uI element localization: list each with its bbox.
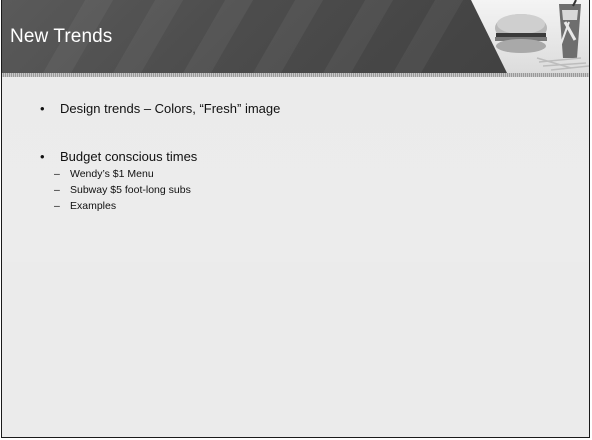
- sub-text: Examples: [70, 200, 117, 212]
- sub-item: – Examples: [54, 200, 117, 213]
- slide-content: • Design trends – Colors, “Fresh” image …: [2, 0, 589, 437]
- bullet-dot: •: [40, 101, 45, 116]
- bullet-item: • Budget conscious times: [40, 149, 198, 165]
- bullet-dot: •: [40, 149, 45, 164]
- sub-dash: –: [54, 184, 60, 196]
- slide: New Trends • Design trends – Colors, “Fr…: [1, 0, 590, 438]
- sub-dash: –: [54, 200, 60, 212]
- bullet-text: Design trends – Colors, “Fresh” image: [60, 101, 281, 116]
- sub-item: – Wendy’s $1 Menu: [54, 168, 154, 181]
- sub-item: – Subway $5 foot-long subs: [54, 184, 191, 197]
- bullet-item: • Design trends – Colors, “Fresh” image: [40, 101, 281, 117]
- sub-text: Subway $5 foot-long subs: [70, 184, 191, 196]
- bullet-text: Budget conscious times: [60, 149, 198, 164]
- sub-dash: –: [54, 168, 60, 180]
- sub-text: Wendy’s $1 Menu: [70, 168, 154, 180]
